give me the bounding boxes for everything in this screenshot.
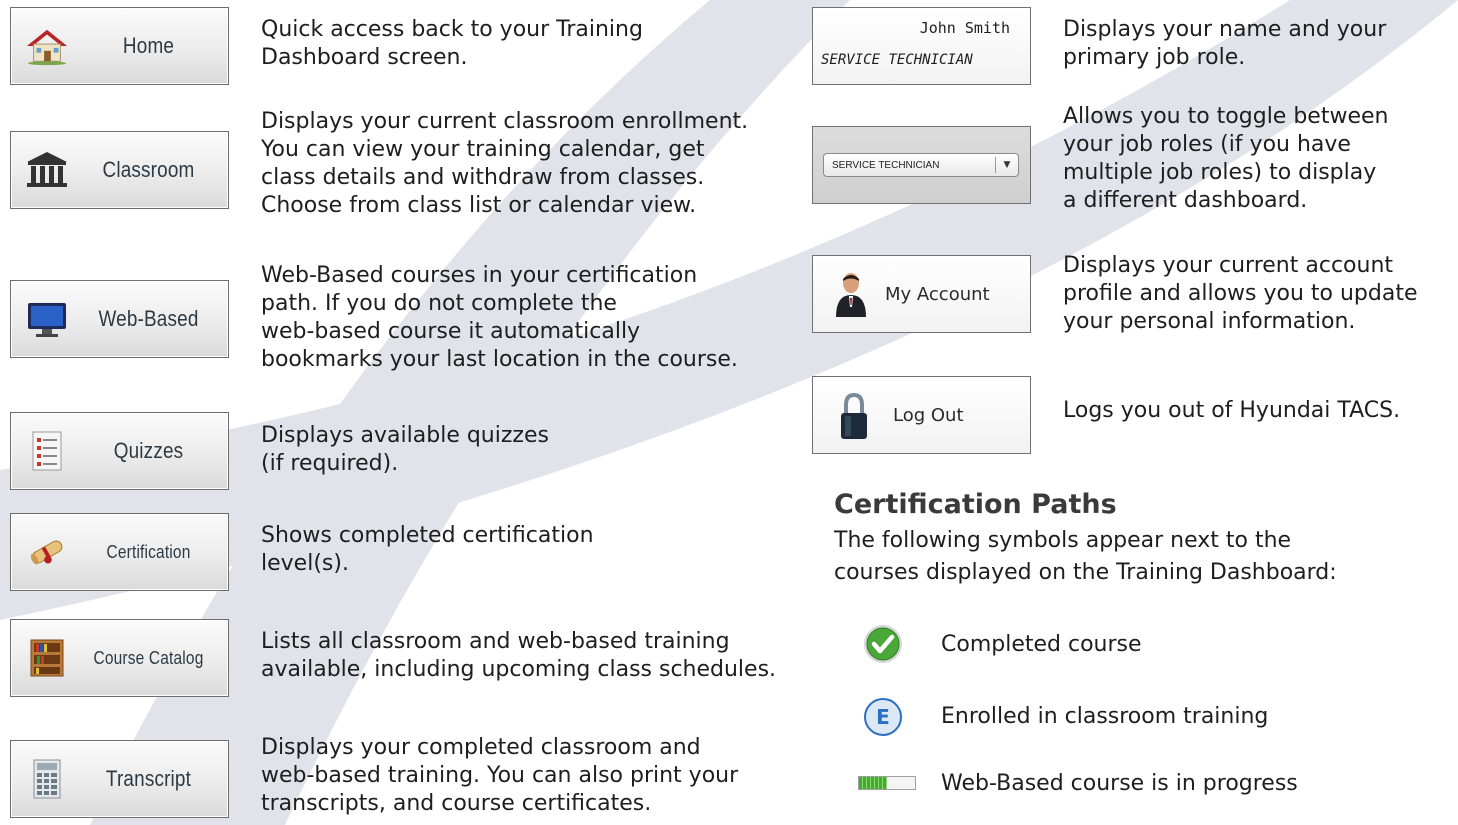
legend-enrolled-text: Enrolled in classroom training	[941, 704, 1269, 729]
web-based-button[interactable]: Web-Based	[10, 280, 229, 358]
house-icon	[25, 24, 69, 68]
classroom-button[interactable]: Classroom	[10, 131, 229, 209]
legend-completed-text: Completed course	[941, 632, 1142, 657]
progress-bar-icon	[858, 776, 916, 790]
profile-name: John Smith	[919, 19, 1010, 37]
classroom-building-icon	[25, 148, 69, 192]
enrolled-e-icon: E	[863, 697, 903, 737]
home-button[interactable]: Home	[10, 7, 229, 85]
profile-role: SERVICE TECHNICIAN	[821, 52, 973, 68]
quizzes-description: Displays available quizzes (if required)…	[261, 423, 549, 476]
user-avatar-icon	[833, 269, 869, 319]
certification-paths-intro: The following symbols appear next to the…	[834, 528, 1337, 585]
certification-button[interactable]: Certification	[10, 513, 229, 591]
role-toggle-description: Allows you to toggle between your job ro…	[1063, 104, 1389, 213]
profile-description: Displays your name and your primary job …	[1063, 17, 1387, 70]
certification-paths-title: Certification Paths	[834, 489, 1117, 520]
my-account-description: Displays your current account profile an…	[1063, 253, 1418, 334]
course-catalog-button[interactable]: Course Catalog	[10, 619, 229, 697]
certification-label: Certification	[106, 541, 191, 562]
transcript-description: Displays your completed classroom and we…	[261, 735, 739, 816]
my-account-label: My Account	[885, 283, 990, 305]
transcript-label: Transcript	[105, 766, 192, 791]
classroom-label: Classroom	[102, 157, 195, 182]
quizzes-button[interactable]: Quizzes	[10, 412, 229, 490]
home-label: Home	[122, 33, 175, 58]
web-based-description: Web-Based courses in your certification …	[261, 263, 738, 372]
log-out-button[interactable]: Log Out	[812, 376, 1031, 454]
log-out-label: Log Out	[893, 404, 964, 426]
enrolled-e-symbol: E	[876, 705, 890, 729]
chevron-down-icon: ▼	[1003, 160, 1011, 170]
home-description: Quick access back to your Training Dashb…	[261, 17, 643, 70]
transcript-calculator-icon	[25, 757, 69, 801]
my-account-button[interactable]: My Account	[812, 255, 1031, 333]
quiz-document-icon	[25, 429, 69, 473]
log-out-description: Logs you out of Hyundai TACS.	[1063, 398, 1401, 423]
role-select[interactable]: SERVICE TECHNICIAN ▼	[823, 153, 1019, 177]
quizzes-label: Quizzes	[113, 438, 184, 463]
role-select-value: SERVICE TECHNICIAN	[832, 159, 940, 171]
green-check-icon	[863, 624, 903, 664]
certification-description: Shows completed certification level(s).	[261, 523, 594, 576]
padlock-icon	[837, 389, 871, 441]
classroom-description: Displays your current classroom enrollme…	[261, 109, 749, 218]
legend-in-progress-text: Web-Based course is in progress	[941, 771, 1298, 796]
profile-panel: John Smith SERVICE TECHNICIAN	[812, 7, 1031, 85]
diploma-scroll-icon	[25, 530, 69, 574]
course-catalog-description: Lists all classroom and web-based traini…	[261, 629, 777, 682]
course-catalog-label: Course Catalog	[93, 647, 204, 668]
progress-bar-fill	[859, 777, 887, 789]
transcript-button[interactable]: Transcript	[10, 740, 229, 818]
web-based-label: Web-Based	[98, 306, 199, 331]
role-toggle-panel: SERVICE TECHNICIAN ▼	[812, 126, 1031, 204]
bookshelf-icon	[25, 636, 69, 680]
monitor-icon	[25, 297, 69, 341]
